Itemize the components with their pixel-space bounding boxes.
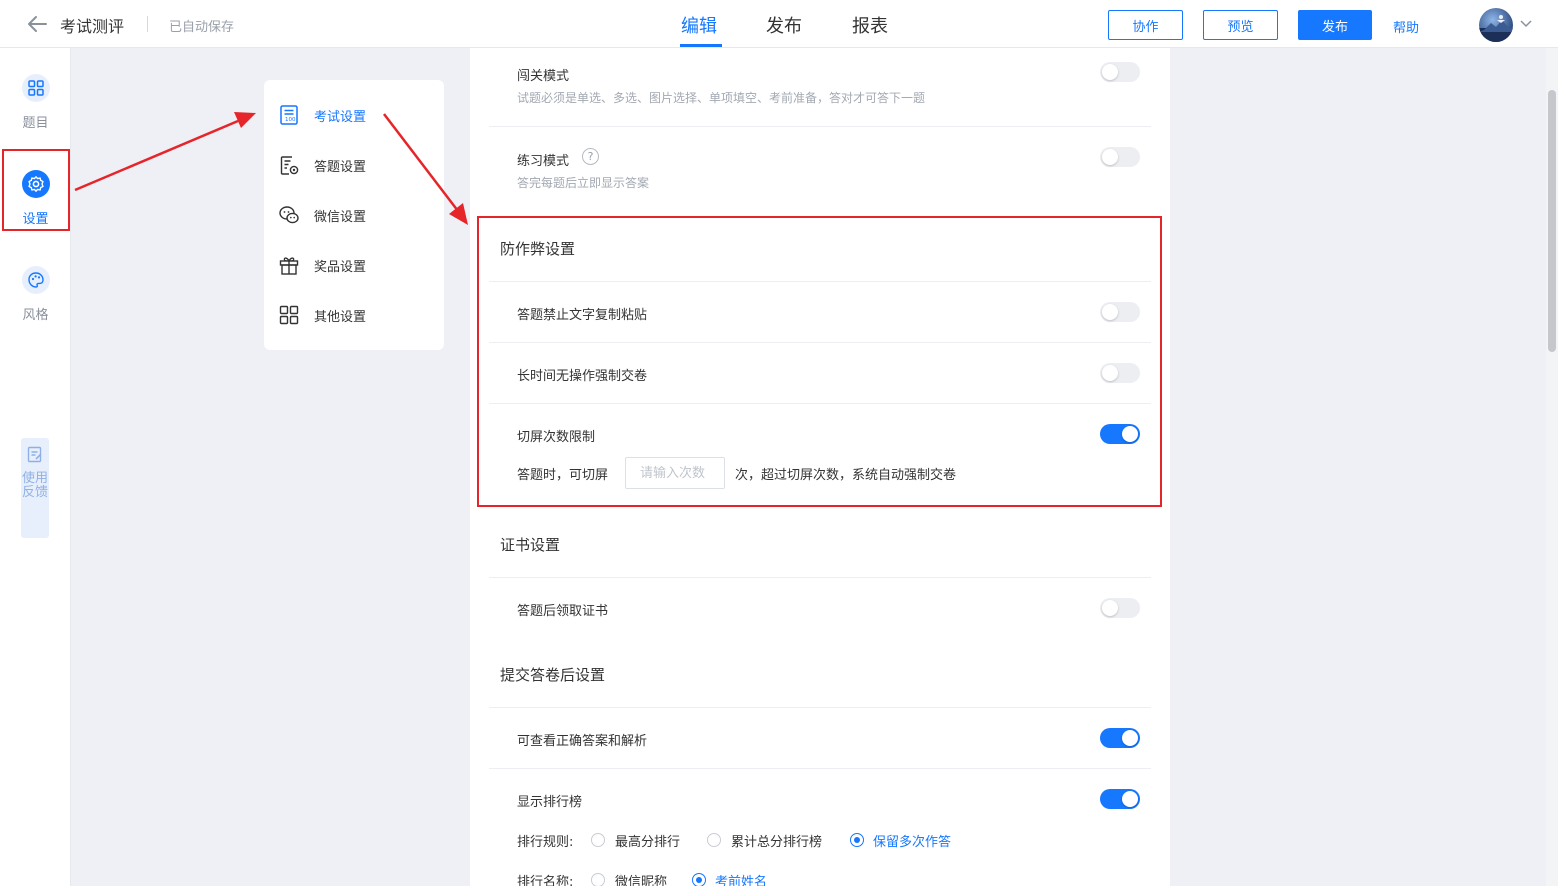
scrollbar-thumb[interactable]: [1548, 90, 1556, 352]
rail-item-questions[interactable]: 题目: [0, 66, 71, 142]
settings-submenu: 100 考试设置 答题设置 微信设置 奖品设置 其他设置: [264, 80, 444, 350]
help-link[interactable]: 帮助: [1393, 17, 1419, 36]
level-mode-desc: 试题必须是单选、多选、图片选择、单项填空、考前准备，答对才可答下一题: [517, 91, 926, 105]
page-title: 考试测评: [60, 17, 125, 36]
exam-sheet-icon: 100: [280, 105, 298, 125]
rank-rule-label: 排行规则:: [517, 835, 574, 850]
rank-rule-option-highest[interactable]: 最高分排行: [615, 831, 680, 850]
switch-limit-title: 切屏次数限制: [517, 430, 596, 445]
submenu-label: 微信设置: [314, 210, 367, 225]
switch-limit-prefix: 答题时，可切屏: [517, 468, 609, 483]
submenu-item-prize-settings[interactable]: 奖品设置: [264, 244, 444, 284]
header-divider: [147, 16, 148, 32]
row-divider: [489, 768, 1151, 769]
certificate-after-answer-title: 答题后领取证书: [517, 604, 609, 619]
row-divider: [489, 342, 1151, 343]
autosave-status: 已自动保存: [169, 20, 235, 35]
row-divider: [489, 281, 1151, 282]
chevron-down-icon[interactable]: [1519, 18, 1533, 28]
apps-icon: [279, 305, 299, 325]
practice-mode-desc: 答完每题后立即显示答案: [517, 176, 650, 190]
gift-icon: [279, 257, 299, 275]
anti-cheat-section-title: 防作弊设置: [500, 240, 576, 258]
avatar[interactable]: [1479, 8, 1513, 42]
palette-icon: [22, 266, 50, 294]
rank-name-radio-wechat[interactable]: [591, 873, 605, 886]
rank-name-option-wechat[interactable]: 微信昵称: [615, 871, 667, 886]
certificate-section-title: 证书设置: [500, 536, 561, 554]
practice-mode-toggle[interactable]: [1100, 147, 1140, 167]
show-answer-title: 可查看正确答案和解析: [517, 734, 648, 749]
submenu-label: 其他设置: [314, 310, 367, 325]
answer-settings-icon: [280, 156, 299, 175]
row-divider: [489, 707, 1151, 708]
submenu-label: 奖品设置: [314, 260, 367, 275]
top-header: 考试测评 已自动保存 编辑 发布 报表 协作 预览 发布 帮助: [0, 0, 1558, 48]
no-copy-title: 答题禁止文字复制粘贴: [517, 308, 648, 323]
leaderboard-toggle[interactable]: [1100, 789, 1140, 809]
submenu-item-wechat-settings[interactable]: 微信设置: [264, 194, 444, 234]
rank-name-option-realname[interactable]: 考前姓名: [715, 871, 767, 886]
tab-report[interactable]: 报表: [852, 12, 888, 38]
help-icon[interactable]: ?: [582, 148, 599, 165]
switch-count-input[interactable]: [625, 457, 725, 489]
leaderboard-title: 显示排行榜: [517, 795, 583, 810]
tab-edit[interactable]: 编辑: [681, 12, 717, 38]
idle-submit-toggle[interactable]: [1100, 363, 1140, 383]
tab-publish[interactable]: 发布: [766, 12, 802, 38]
rail-label-questions: 题目: [22, 116, 49, 131]
annotation-highlight-settings: [2, 149, 70, 231]
rank-name-label: 排行名称:: [517, 875, 574, 886]
rail-item-style[interactable]: 风格: [0, 258, 71, 334]
row-divider: [489, 403, 1151, 404]
rank-rule-radio-cumulative[interactable]: [707, 833, 721, 847]
row-divider: [489, 126, 1151, 127]
settings-panel: 闯关模式 试题必须是单选、多选、图片选择、单项填空、考前准备，答对才可答下一题 …: [470, 48, 1170, 886]
show-answer-toggle[interactable]: [1100, 728, 1140, 748]
feedback-button[interactable]: 使用反馈: [21, 438, 49, 538]
svg-text:100: 100: [285, 117, 296, 123]
grid-icon: [22, 74, 50, 102]
edit-note-icon: [27, 446, 42, 463]
preview-button[interactable]: 预览: [1203, 10, 1278, 40]
rank-name-radio-realname[interactable]: [692, 873, 706, 886]
idle-submit-title: 长时间无操作强制交卷: [517, 369, 648, 384]
rank-rule-radio-highest[interactable]: [591, 833, 605, 847]
arrow-left-icon[interactable]: [26, 14, 48, 34]
active-tab-indicator: [680, 44, 722, 47]
row-divider: [489, 577, 1151, 578]
avatar-image: [1479, 15, 1513, 42]
switch-limit-toggle[interactable]: [1100, 424, 1140, 444]
practice-mode-title: 练习模式: [517, 154, 570, 169]
rail-label-style: 风格: [22, 308, 49, 323]
rank-rule-radio-multiple[interactable]: [850, 833, 864, 847]
submenu-label: 答题设置: [314, 160, 367, 175]
no-copy-toggle[interactable]: [1100, 302, 1140, 322]
switch-limit-suffix: 次，超过切屏次数，系统自动强制交卷: [735, 468, 957, 483]
submenu-item-answer-settings[interactable]: 答题设置: [264, 144, 444, 184]
rank-rule-option-cumulative[interactable]: 累计总分排行榜: [731, 831, 822, 850]
submenu-label: 考试设置: [314, 110, 367, 125]
certificate-toggle[interactable]: [1100, 598, 1140, 618]
feedback-label: 使用反馈: [21, 471, 48, 500]
after-submit-section-title: 提交答卷后设置: [500, 666, 606, 684]
submenu-item-exam-settings[interactable]: 100 考试设置: [264, 94, 444, 134]
annotation-arrow: [74, 112, 256, 192]
level-mode-title: 闯关模式: [517, 69, 570, 84]
publish-button[interactable]: 发布: [1298, 10, 1372, 40]
submenu-item-other-settings[interactable]: 其他设置: [264, 294, 444, 334]
wechat-icon: [279, 206, 299, 224]
rank-rule-option-multiple[interactable]: 保留多次作答: [873, 831, 951, 850]
collaborate-button[interactable]: 协作: [1108, 10, 1183, 40]
level-mode-toggle[interactable]: [1100, 62, 1140, 82]
